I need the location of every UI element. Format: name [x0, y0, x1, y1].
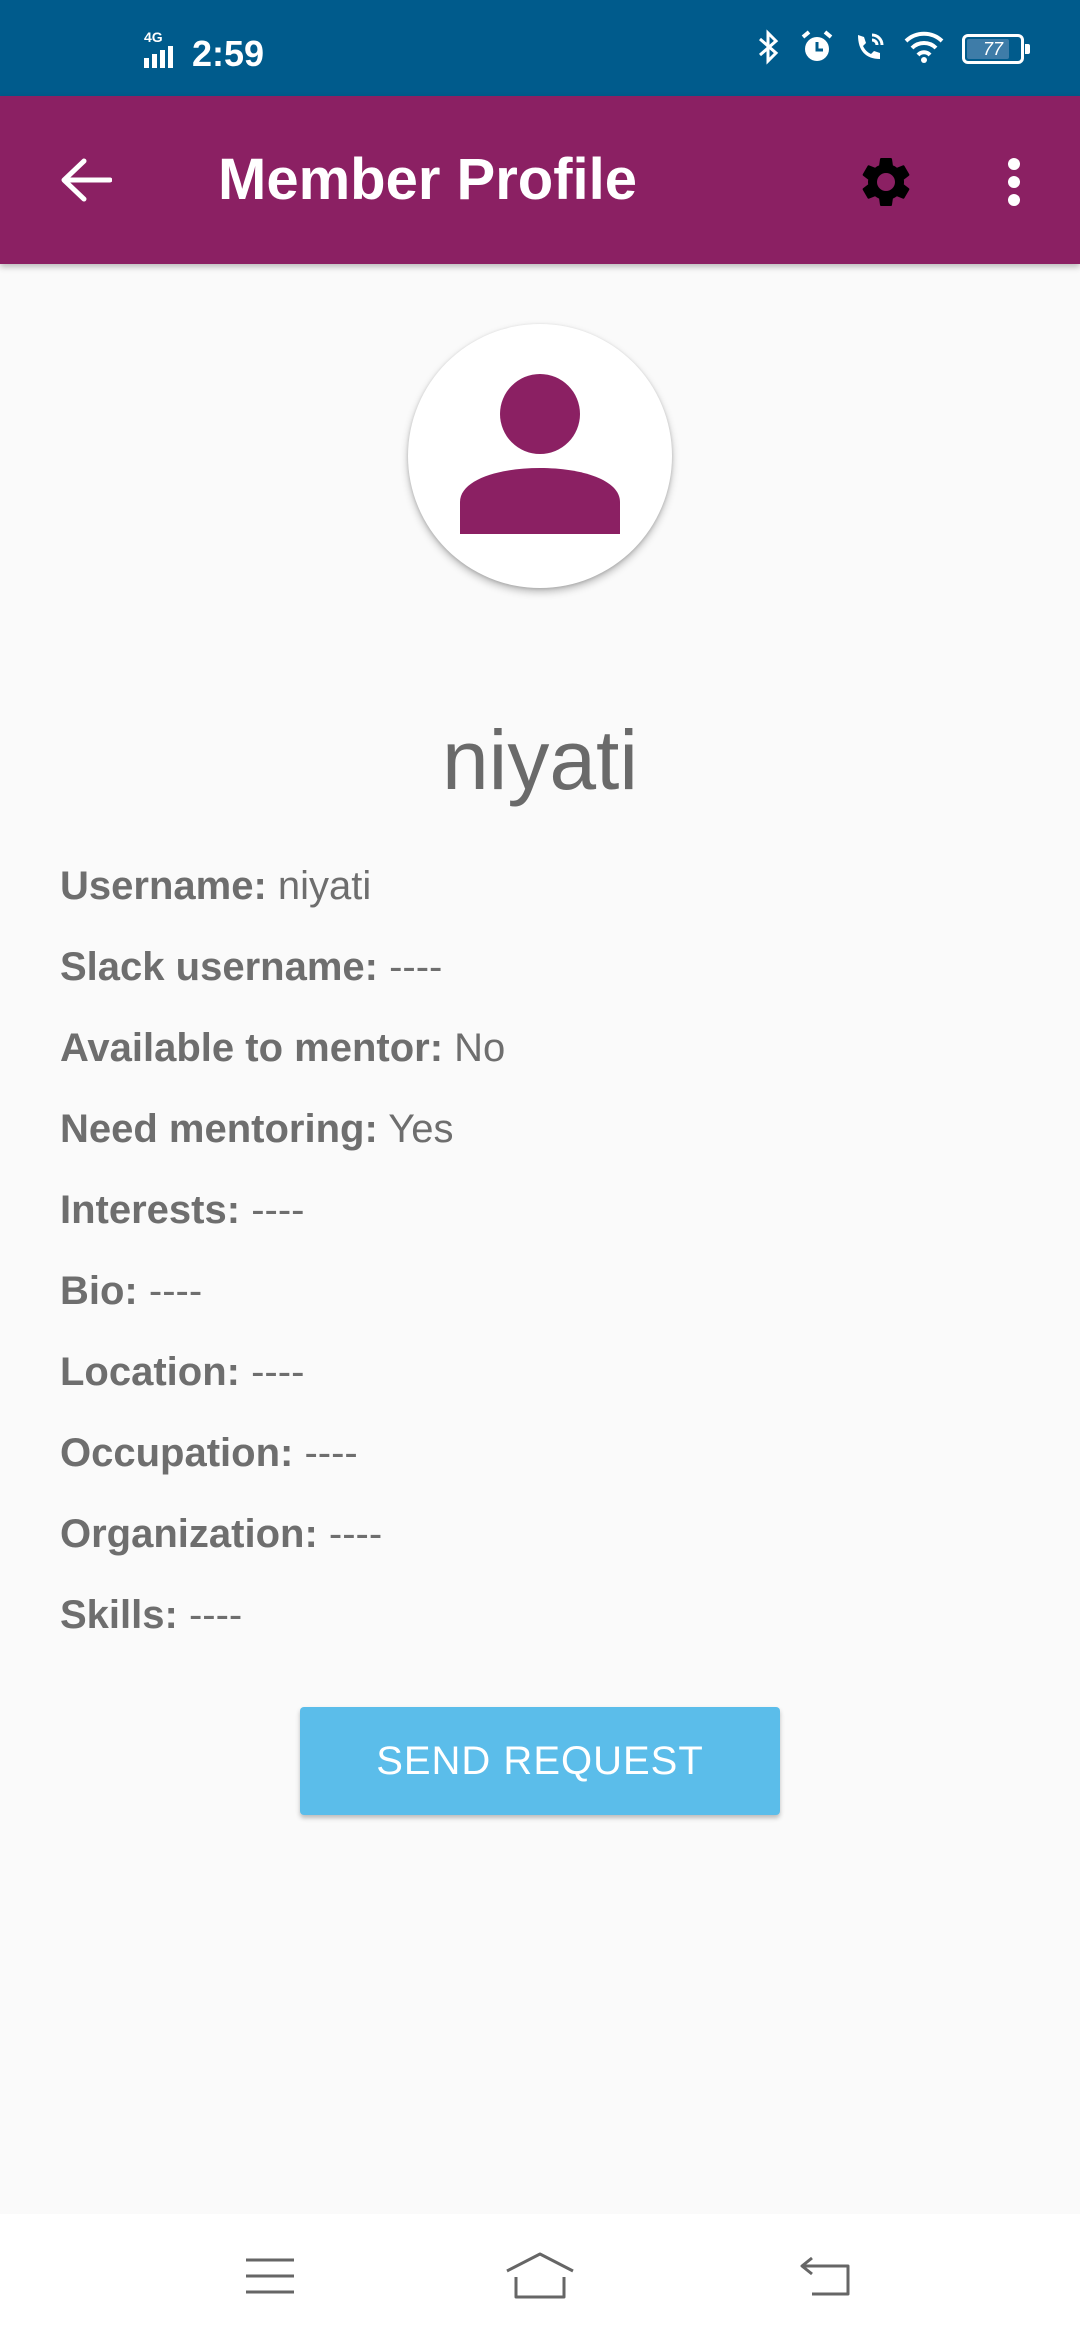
- detail-value: ----: [304, 1431, 358, 1475]
- detail-value: niyati: [277, 864, 372, 908]
- detail-location: Location: ----: [60, 1344, 1020, 1425]
- avatar: [408, 324, 672, 588]
- detail-label: Username:: [60, 864, 267, 908]
- menu-icon[interactable]: [240, 2248, 300, 2304]
- signal-icon: 4G: [142, 28, 178, 70]
- detail-need-mentoring: Need mentoring: Yes: [60, 1101, 1020, 1182]
- detail-interests: Interests: ----: [60, 1182, 1020, 1263]
- detail-value: ----: [188, 1593, 243, 1637]
- profile-name: niyati: [441, 713, 639, 807]
- bluetooth-icon: [756, 28, 782, 70]
- home-icon[interactable]: [504, 2248, 576, 2304]
- detail-label: Occupation:: [60, 1431, 294, 1475]
- alarm-icon: [800, 29, 834, 70]
- person-icon: [458, 372, 622, 541]
- more-vert-icon[interactable]: [990, 148, 1038, 216]
- detail-value: No: [454, 1026, 506, 1070]
- detail-value: ----: [328, 1512, 383, 1556]
- wifi-call-icon: [852, 29, 886, 70]
- detail-value: ----: [148, 1269, 203, 1313]
- back-icon[interactable]: [796, 2248, 856, 2304]
- detail-label: Bio:: [60, 1269, 138, 1313]
- wifi-icon: [904, 29, 944, 70]
- detail-label: Slack username:: [60, 945, 378, 989]
- detail-label: Location:: [60, 1350, 240, 1394]
- status-time: 2:59: [192, 33, 265, 74]
- detail-occupation: Occupation: ----: [60, 1425, 1020, 1506]
- battery-icon: 77: [962, 34, 1030, 64]
- detail-available-to-mentor: Available to mentor: No: [60, 1020, 1020, 1101]
- detail-value: ----: [389, 945, 443, 989]
- send-request-button[interactable]: SEND REQUEST: [300, 1707, 780, 1815]
- back-arrow-icon[interactable]: [54, 148, 118, 212]
- detail-username: Username: niyati: [60, 858, 1020, 939]
- system-nav-bar: [0, 2214, 1080, 2340]
- gear-icon[interactable]: [852, 148, 920, 216]
- detail-value: ----: [251, 1350, 305, 1394]
- detail-value: Yes: [388, 1107, 454, 1151]
- svg-text:4G: 4G: [144, 29, 163, 45]
- detail-slack-username: Slack username: ----: [60, 939, 1020, 1020]
- detail-label: Interests:: [60, 1188, 241, 1232]
- detail-value: ----: [251, 1188, 305, 1232]
- detail-label: Organization:: [60, 1512, 318, 1556]
- profile-details: Username: niyati Slack username: ---- Av…: [60, 858, 1020, 1668]
- detail-skills: Skills: ----: [60, 1587, 1020, 1668]
- detail-label: Skills:: [60, 1593, 178, 1637]
- detail-label: Available to mentor:: [60, 1026, 444, 1070]
- app-bar: Member Profile: [0, 96, 1080, 264]
- page-title: Member Profile: [218, 147, 637, 212]
- status-bar: 4G 2:59 77: [0, 0, 1080, 96]
- detail-label: Need mentoring:: [60, 1107, 378, 1151]
- detail-bio: Bio: ----: [60, 1263, 1020, 1344]
- detail-organization: Organization: ----: [60, 1506, 1020, 1587]
